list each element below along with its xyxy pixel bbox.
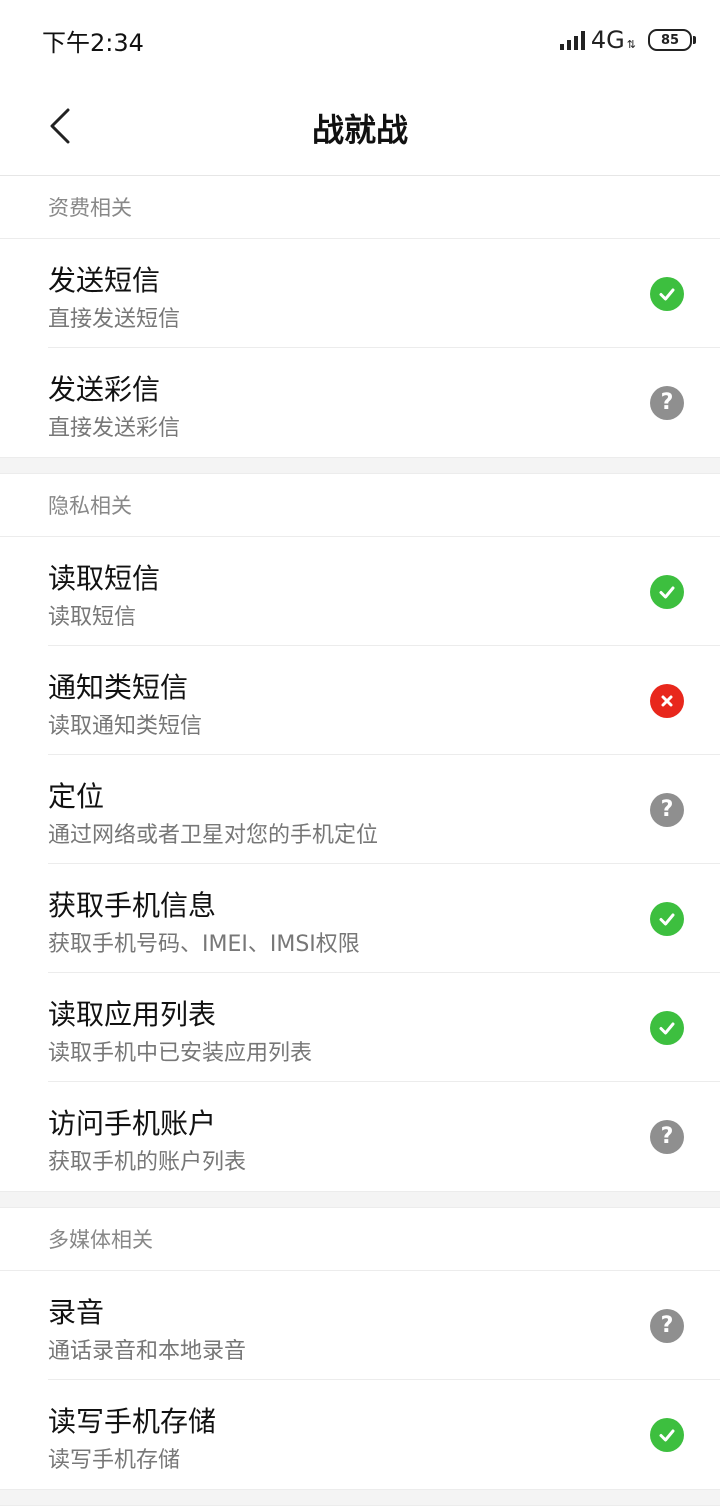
status-bar: 下午2:34 4G ⇅ 85 [0, 0, 720, 80]
battery-level: 85 [660, 32, 680, 48]
permission-description: 获取手机号码、IMEI、IMSI权限 [48, 932, 360, 957]
permission-title: 读写手机存储 [48, 1405, 217, 1438]
section-divider [0, 1191, 720, 1208]
permission-description: 读取手机中已安装应用列表 [48, 1041, 313, 1066]
permission-description: 通话录音和本地录音 [48, 1339, 247, 1364]
permission-row[interactable]: 读取应用列表读取手机中已安装应用列表 [48, 973, 720, 1082]
permission-row[interactable]: 读取短信 读取短信 [48, 537, 720, 646]
permission-description: 直接发送彩信 [48, 416, 181, 441]
section-header: 多媒体相关 [0, 1208, 720, 1271]
section-divider [0, 1489, 720, 1506]
permission-row[interactable]: 获取手机信息获取手机号码、IMEI、IMSI权限 [48, 864, 720, 973]
status-time: 下午2:34 [42, 28, 144, 57]
back-button[interactable] [36, 102, 84, 150]
permission-row[interactable]: 录音通话录音和本地录音? [48, 1271, 720, 1380]
question-circle-icon[interactable]: ? [650, 793, 684, 827]
section-divider [0, 457, 720, 474]
check-circle-icon[interactable] [650, 1011, 684, 1045]
status-indicators: 4G ⇅ 85 [559, 26, 696, 54]
check-circle-icon[interactable] [650, 277, 684, 311]
permission-description: 读取通知类短信 [48, 714, 203, 739]
data-activity-icon: ⇅ [626, 37, 636, 51]
permission-description: 获取手机的账户列表 [48, 1150, 247, 1175]
permission-row[interactable]: 读写手机存储 读写手机存储 [48, 1380, 720, 1489]
permission-title: 通知类短信 [48, 671, 189, 704]
permission-title: 发送彩信 [48, 373, 161, 406]
app-header: 战就战 [0, 80, 720, 176]
section-header: 资费相关 [0, 176, 720, 239]
network-type: 4G [590, 26, 625, 54]
permission-row[interactable]: 访问手机账户获取手机的账户列表? [48, 1082, 720, 1191]
cross-circle-icon[interactable] [650, 684, 684, 718]
permission-title: 访问手机账户 [48, 1107, 217, 1140]
permission-title: 录音 [48, 1296, 105, 1329]
check-circle-icon[interactable] [650, 902, 684, 936]
signal-icon [559, 30, 585, 50]
permission-title: 读取短信 [48, 562, 161, 595]
permission-list: 资费相关 发送短信 直接发送短信 发送彩信 直接发送彩信? 隐私相关 读取短信 读取短信 通知类… [0, 176, 720, 1506]
permission-title: 发送短信 [48, 264, 161, 297]
permission-description: 直接发送短信 [48, 307, 181, 332]
check-circle-icon[interactable] [650, 1418, 684, 1452]
permission-title: 获取手机信息 [48, 889, 217, 922]
permission-row[interactable]: 通知类短信读取通知类短信 [48, 646, 720, 755]
chevron-left-icon [50, 108, 70, 144]
battery-icon: 85 [648, 29, 696, 51]
page-title: 战就战 [311, 110, 408, 149]
permission-title: 读取应用列表 [48, 998, 217, 1031]
question-circle-icon[interactable]: ? [650, 386, 684, 420]
question-circle-icon[interactable]: ? [650, 1120, 684, 1154]
permission-description: 读写手机存储 [48, 1448, 181, 1473]
permission-title: 定位 [48, 780, 105, 813]
section-header: 隐私相关 [0, 474, 720, 537]
permission-description: 读取短信 [48, 605, 137, 630]
permission-description: 通过网络或者卫星对您的手机定位 [48, 823, 379, 848]
check-circle-icon[interactable] [650, 575, 684, 609]
permission-row[interactable]: 发送彩信直接发送彩信? [48, 348, 720, 457]
permission-row[interactable]: 定位通过网络或者卫星对您的手机定位? [48, 755, 720, 864]
permission-row[interactable]: 发送短信直接发送短信 [48, 239, 720, 348]
question-circle-icon[interactable]: ? [650, 1309, 684, 1343]
